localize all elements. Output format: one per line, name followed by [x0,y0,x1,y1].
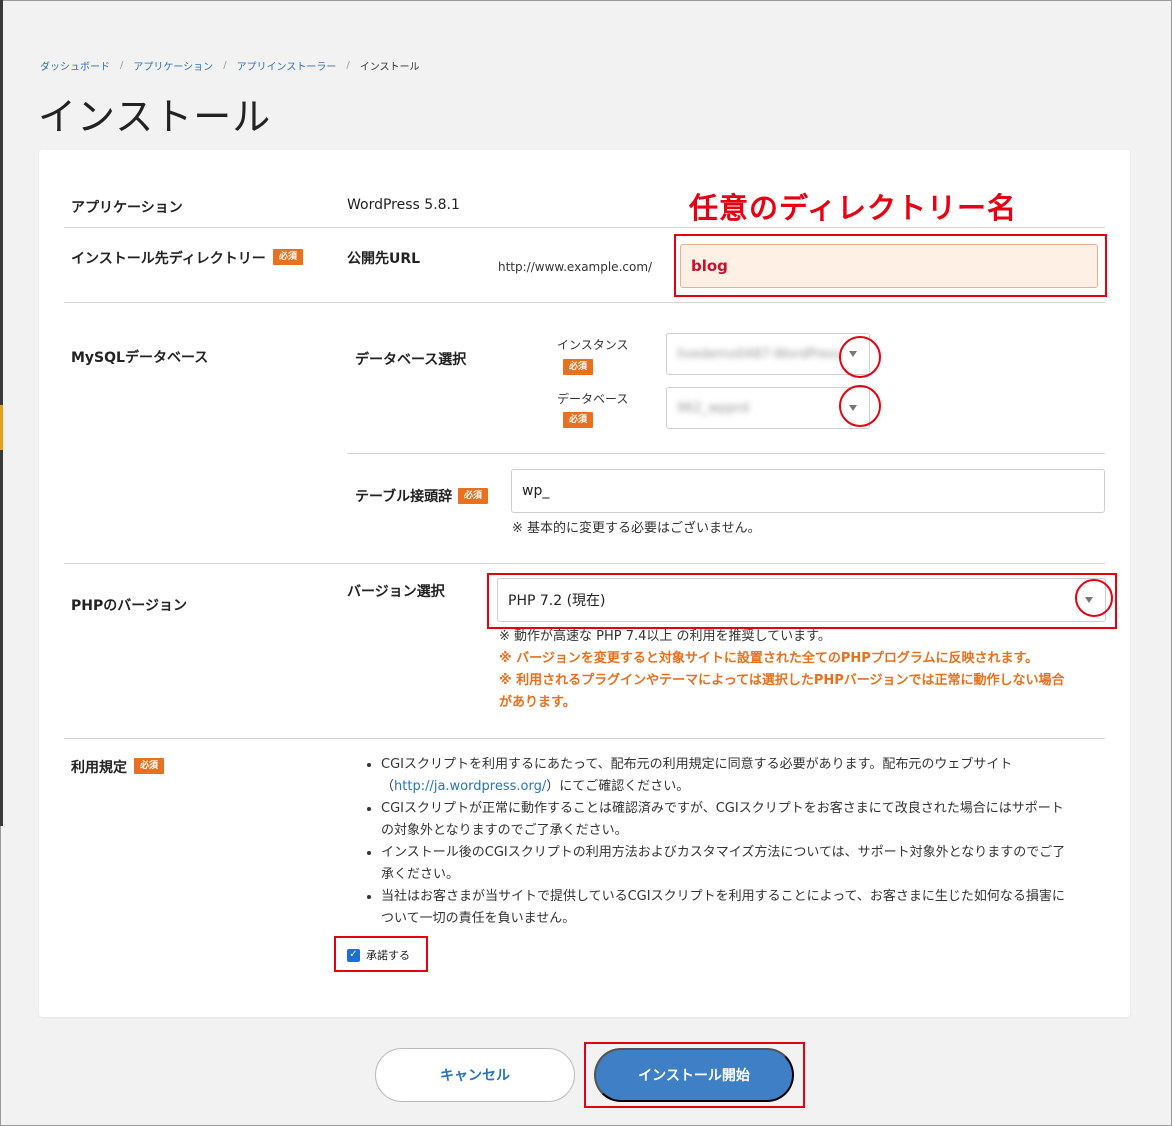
instance-label: インスタンス [557,338,629,352]
annotation-box-accept [334,936,428,972]
php-note-warning: ※ バージョンを変更すると対象サイトに設置された全てのPHPプログラムに反映され… [499,651,1039,666]
mysql-label: MySQLデータベース [71,350,209,366]
table-prefix-note: ※ 基本的に変更する必要はございません。 [512,521,761,536]
terms-item-2b: の対象外となりますのでご了承ください。 [381,823,628,838]
install-dir-label: インストール先ディレクトリー [71,251,266,267]
database-label: データベース [557,392,629,406]
breadcrumb-separator: / [223,60,227,71]
terms-item-4a: 当社はお客さまが当サイトで提供しているCGIスクリプトを利用することによって、お… [381,889,1065,904]
row-divider [64,227,1105,228]
annotation-circle-php [1075,579,1113,617]
terms-item-1b-post: ）にてご確認ください。 [546,779,690,794]
row-divider [64,302,1105,303]
terms-list: CGIスクリプトを利用するにあたって、配布元の利用規定に同意する必要があります。… [361,754,1106,930]
list-item: 当社はお客さまが当サイトで提供しているCGIスクリプトを利用することによって、お… [381,886,1106,930]
annotation-directory-name: 任意のディレクトリー名 [689,191,1017,225]
php-note-compat-2: があります。 [499,695,576,710]
breadcrumb-current: インストール [359,62,420,73]
db-select-label: データベース選択 [355,352,467,368]
breadcrumb: ダッシュボード / アプリケーション / アプリインストーラー / インストール [40,58,420,73]
breadcrumb-separator: / [346,60,350,71]
terms-item-1b-pre: （ [381,779,395,794]
wordpress-link[interactable]: http://ja.wordpress.org/ [394,779,546,794]
breadcrumb-separator: / [120,60,124,71]
required-badge: 必須 [563,359,594,375]
list-item: インストール後のCGIスクリプトの利用方法およびカスタマイズ方法については、サポ… [381,842,1106,886]
cancel-button[interactable]: キャンセル [375,1048,575,1102]
php-note-compat-1: ※ 利用されるプラグインやテーマによっては選択したPHPバージョンでは正常に動作… [499,673,1065,688]
required-badge: 必須 [134,758,165,774]
row-divider [64,738,1105,739]
list-item: CGIスクリプトを利用するにあたって、配布元の利用規定に同意する必要があります。… [381,754,1106,798]
instance-selected-value: livedemo0487-WordPress [677,346,842,362]
url-prefix: http://www.example.com/ [498,260,653,274]
list-item: CGIスクリプトが正常に動作することは確認済みですが、CGIスクリプトをお客さま… [381,798,1106,842]
annotation-box-php [487,573,1117,629]
table-prefix-input[interactable]: wp_ [511,469,1105,513]
application-label: アプリケーション [71,200,183,216]
terms-item-2a: CGIスクリプトが正常に動作することは確認済みですが、CGIスクリプトをお客さま… [381,801,1064,816]
terms-item-3b: 承ください。 [381,867,460,882]
php-label: PHPのバージョン [71,598,187,614]
public-url-label: 公開先URL [347,251,421,267]
row-divider [64,563,1105,564]
database-selected-value: 962_wpprd [677,400,749,416]
terms-item-4b: ついて一切の責任を負いません。 [381,911,576,926]
annotation-circle-instance [839,336,881,378]
application-value: WordPress 5.8.1 [347,197,460,213]
install-form-card: アプリケーション WordPress 5.8.1 任意のディレクトリー名 インス… [39,150,1130,1017]
breadcrumb-applications[interactable]: アプリケーション [133,58,213,73]
annotation-circle-database [839,385,881,427]
sub-divider [347,453,1105,454]
breadcrumb-dashboard[interactable]: ダッシュボード [40,58,110,73]
terms-item-3a: インストール後のCGIスクリプトの利用方法およびカスタマイズ方法については、サポ… [381,845,1066,860]
required-badge: 必須 [458,488,489,504]
terms-label: 利用規定 [71,760,127,776]
required-badge: 必須 [563,412,594,428]
page-title: インストール [38,95,272,139]
terms-item-1a: CGIスクリプトを利用するにあたって、配布元の利用規定に同意する必要があります。… [381,757,1013,772]
table-prefix-label: テーブル接頭辞 [355,489,453,505]
annotation-box-install [584,1042,805,1108]
left-edge-accent [0,405,3,450]
php-note-recommend: ※ 動作が高速な PHP 7.4以上 の利用を推奨しています。 [499,629,831,644]
required-badge: 必須 [273,249,304,265]
php-select-label: バージョン選択 [347,584,445,600]
annotation-box-directory [674,234,1107,297]
breadcrumb-app-installer[interactable]: アプリインストーラー [237,58,337,73]
